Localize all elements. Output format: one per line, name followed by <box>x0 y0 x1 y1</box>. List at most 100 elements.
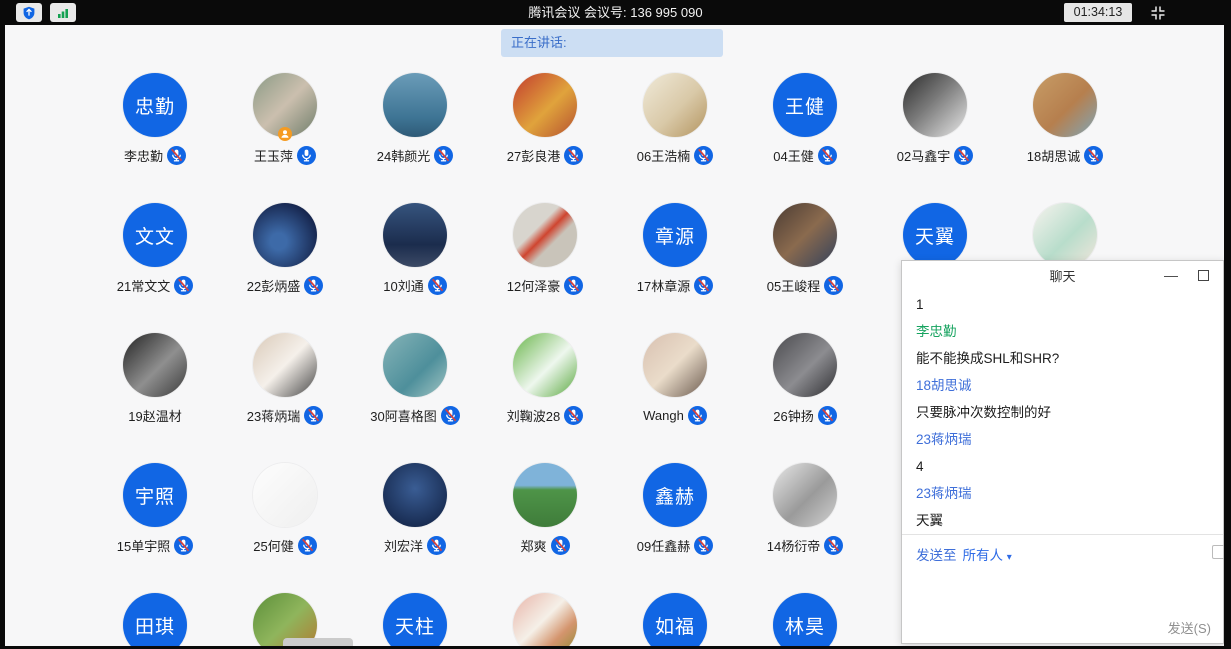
participant-tile[interactable]: 30阿喜格图 <box>351 333 479 425</box>
participant-tile[interactable]: 19赵温材 <box>91 333 219 425</box>
chat-input-action-icon[interactable] <box>1212 545 1224 559</box>
meeting-main-area: 正在讲话: 忠勤李忠勤王玉萍24韩颜光27彭良港06王浩楠王健04王健02马鑫宇… <box>5 25 1224 646</box>
participant-tile[interactable]: 14杨衍帝 <box>741 463 869 555</box>
participant-avatar <box>253 463 317 527</box>
participant-tile[interactable]: 24韩颜光 <box>351 73 479 165</box>
participant-label: 05王峻程 <box>741 276 869 295</box>
participant-label: 04王健 <box>741 146 869 165</box>
chat-input[interactable] <box>916 567 1209 611</box>
mic-muted-icon <box>427 536 446 555</box>
participant-tile[interactable]: 如福 <box>611 593 739 646</box>
participant-name: 25何健 <box>253 536 293 555</box>
participant-tile[interactable]: 05王峻程 <box>741 203 869 295</box>
participant-tile[interactable]: 田琪 <box>91 593 219 646</box>
participant-tile[interactable]: 林昊 <box>741 593 869 646</box>
participant-avatar: 鑫赫 <box>643 463 707 527</box>
participant-label: 09任鑫赫 <box>611 536 739 555</box>
bottom-toolbar-handle[interactable] <box>283 638 353 646</box>
participant-avatar <box>253 203 317 267</box>
participant-label: 刘宏洋 <box>351 536 479 555</box>
participant-label: 刘鞠波28 <box>481 406 609 425</box>
participant-name: Wangh <box>643 408 684 423</box>
participant-name: 19赵温材 <box>128 406 181 425</box>
participant-tile[interactable]: 12何泽豪 <box>481 203 609 295</box>
chat-message-text: 1 <box>916 297 1209 313</box>
participant-tile[interactable]: 天柱 <box>351 593 479 646</box>
participant-tile[interactable]: 18胡思诚 <box>1001 73 1129 165</box>
participant-name: 23蒋炳瑞 <box>247 406 300 425</box>
participant-avatar: 王健 <box>773 73 837 137</box>
participant-tile[interactable]: 02马鑫宇 <box>871 73 999 165</box>
participant-tile[interactable]: Wangh <box>611 333 739 425</box>
participant-label: 李忠勤 <box>91 146 219 165</box>
send-to-row: 发送至所有人 ▾ <box>916 544 1012 564</box>
chevron-down-icon: ▾ <box>1007 552 1012 563</box>
participant-label: 21常文文 <box>91 276 219 295</box>
participant-name: 刘鞠波28 <box>507 406 560 425</box>
participant-tile[interactable]: 宇照 15单宇照 <box>91 463 219 555</box>
mic-muted-icon <box>441 406 460 425</box>
participant-tile[interactable]: 26钟扬 <box>741 333 869 425</box>
participant-label: 10刘通 <box>351 276 479 295</box>
mic-muted-icon <box>954 146 973 165</box>
chat-header: 聊天 — <box>902 261 1223 291</box>
send-button[interactable]: 发送(S) <box>1168 618 1211 637</box>
host-badge <box>278 127 292 141</box>
participant-tile[interactable]: 25何健 <box>221 463 349 555</box>
mic-muted-icon <box>688 406 707 425</box>
mic-muted-icon <box>434 146 453 165</box>
participant-name: 22彭炳盛 <box>247 276 300 295</box>
send-to-dropdown[interactable]: 所有人 ▾ <box>963 548 1012 563</box>
title-bar: 腾讯会议 会议号: 136 995 090 01:34:13 <box>0 0 1231 25</box>
participant-tile[interactable]: 王健 04王健 <box>741 73 869 165</box>
participant-name: 郑爽 <box>520 536 546 555</box>
participant-name: 24韩颜光 <box>377 146 430 165</box>
participant-tile[interactable]: 章源17林章源 <box>611 203 739 295</box>
participant-label: 27彭良港 <box>481 146 609 165</box>
participant-tile[interactable]: 郑爽 <box>481 463 609 555</box>
participant-avatar: 宇照 <box>123 463 187 527</box>
mic-muted-icon <box>818 146 837 165</box>
chat-footer: 发送至所有人 ▾ 发送(S) <box>902 534 1223 643</box>
mic-muted-icon <box>304 276 323 295</box>
mic-muted-icon <box>818 406 837 425</box>
participant-tile[interactable]: 06王浩楠 <box>611 73 739 165</box>
minimize-icon[interactable]: — <box>1163 265 1179 285</box>
chat-message-text: 只要脉冲次数控制的好 <box>916 405 1209 421</box>
participant-label: 王玉萍 <box>221 146 349 165</box>
maximize-icon[interactable] <box>1198 270 1209 281</box>
participant-tile[interactable]: 王玉萍 <box>221 73 349 165</box>
mic-muted-icon <box>174 536 193 555</box>
participant-avatar <box>643 73 707 137</box>
participant-tile[interactable] <box>481 593 609 646</box>
mic-muted-icon <box>1084 146 1103 165</box>
participant-tile[interactable] <box>1001 203 1129 267</box>
mic-muted-icon <box>564 276 583 295</box>
participant-tile[interactable]: 忠勤李忠勤 <box>91 73 219 165</box>
participant-name: 06王浩楠 <box>637 146 690 165</box>
participant-avatar <box>383 333 447 397</box>
send-to-label: 发送至 <box>916 548 957 563</box>
participant-tile[interactable]: 10刘通 <box>351 203 479 295</box>
participant-label: 26钟扬 <box>741 406 869 425</box>
mic-muted-icon <box>167 146 186 165</box>
participant-tile[interactable]: 刘宏洋 <box>351 463 479 555</box>
exit-fullscreen-icon[interactable] <box>1149 4 1167 22</box>
mic-on-icon <box>297 146 316 165</box>
participant-tile[interactable]: 23蒋炳瑞 <box>221 333 349 425</box>
participant-name: 15单宇照 <box>117 536 170 555</box>
participant-avatar: 田琪 <box>123 593 187 646</box>
chat-message-sender: 23蒋炳瑞 <box>916 432 1209 448</box>
participant-tile[interactable]: 文文21常文文 <box>91 203 219 295</box>
mic-muted-icon <box>428 276 447 295</box>
participant-label: 18胡思诚 <box>1001 146 1129 165</box>
participant-label: 22彭炳盛 <box>221 276 349 295</box>
participant-tile[interactable]: 刘鞠波28 <box>481 333 609 425</box>
participant-tile[interactable]: 27彭良港 <box>481 73 609 165</box>
participant-avatar <box>383 203 447 267</box>
participant-tile[interactable]: 鑫赫 09任鑫赫 <box>611 463 739 555</box>
participant-avatar <box>513 203 577 267</box>
participant-tile[interactable]: 22彭炳盛 <box>221 203 349 295</box>
participant-name: 05王峻程 <box>767 276 820 295</box>
chat-message-list[interactable]: 1李忠勤能不能换成SHL和SHR?18胡思诚只要脉冲次数控制的好23蒋炳瑞423… <box>902 291 1223 534</box>
